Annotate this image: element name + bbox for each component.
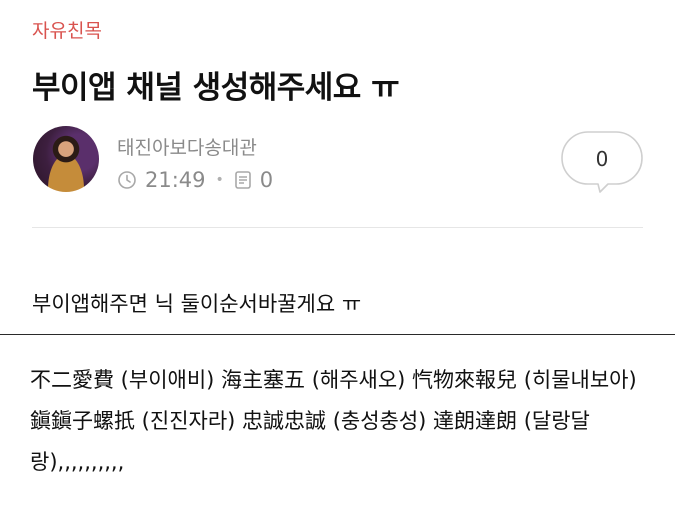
author-name[interactable]: 태진아보다송대관 bbox=[117, 133, 257, 160]
like-count: 0 bbox=[595, 147, 609, 171]
category-label[interactable]: 자유친목 bbox=[32, 16, 102, 43]
header-divider bbox=[32, 227, 643, 228]
content-paragraph: 不二愛費 (부이애비) 海主塞五 (해주새오) 忾物來報兒 (히물내보아) 鎭鎭… bbox=[30, 368, 637, 474]
avatar[interactable] bbox=[33, 126, 99, 192]
meta-separator: • bbox=[215, 172, 224, 188]
clock-icon bbox=[117, 170, 137, 190]
comment-count: 0 bbox=[259, 168, 274, 192]
post-title: 부이앱 채널 생성해주세요 ㅠ bbox=[32, 70, 400, 106]
post-meta: 21:49 • 0 bbox=[117, 168, 273, 192]
content-line: 부이앱해주면 닉 둘이순서바꿀게요 ㅠ bbox=[32, 292, 362, 316]
post-time: 21:49 bbox=[145, 168, 206, 192]
comment-list-icon bbox=[234, 170, 252, 190]
content-divider bbox=[0, 334, 675, 335]
like-button[interactable]: 0 bbox=[560, 128, 644, 194]
